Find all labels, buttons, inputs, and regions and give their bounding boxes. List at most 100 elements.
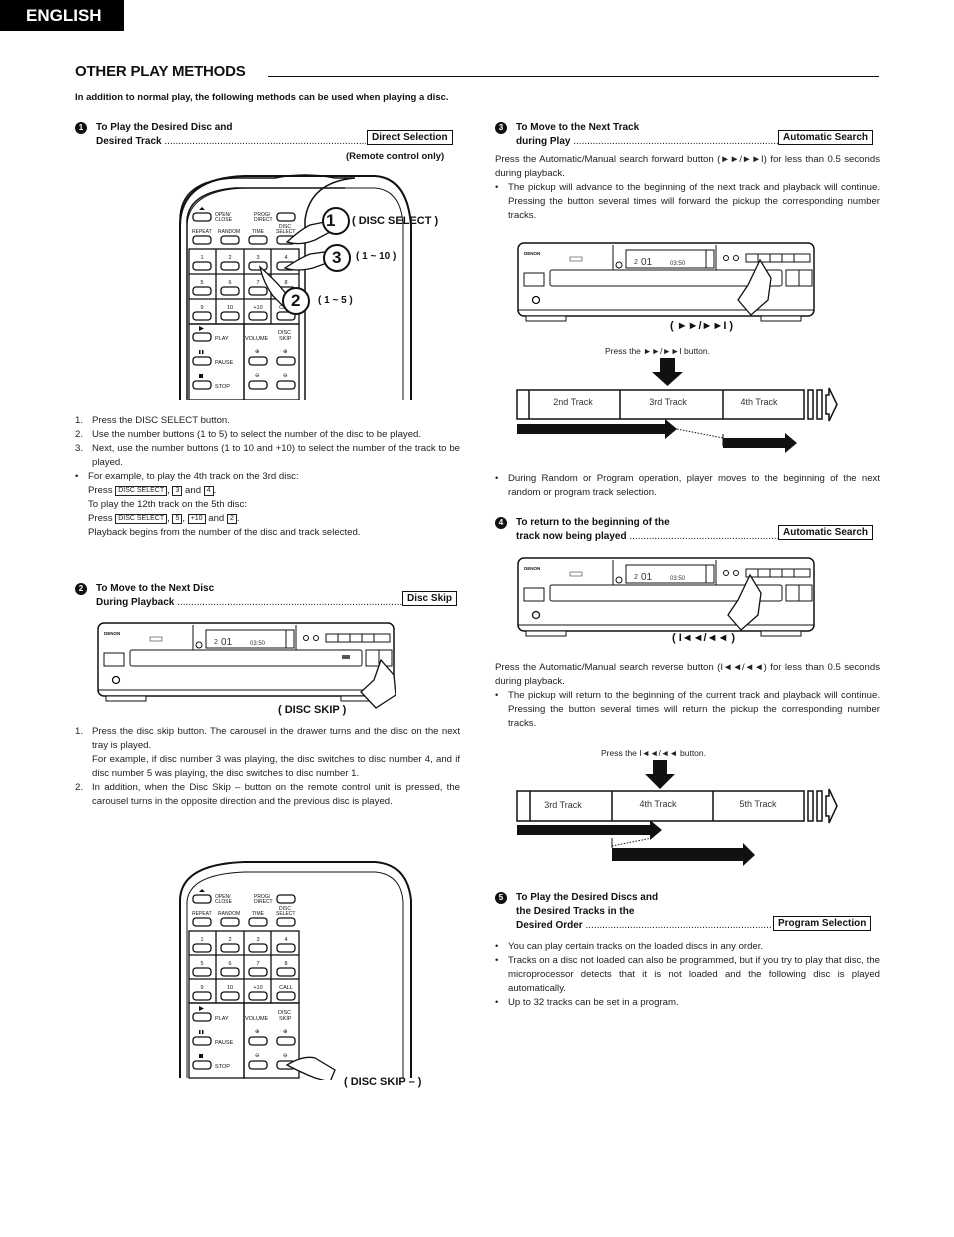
svg-text:⊕: ⊕ xyxy=(255,1029,260,1035)
remote-control-illustration: OPEN/CLOSE PROG/DIRECT REPEAT RANDOM TIME … xyxy=(179,174,412,400)
program-selection-tag: Program Selection xyxy=(773,916,872,931)
section-5-heading: 5 To Play the Desired Discs and the Desi… xyxy=(495,891,880,931)
playback-arrow xyxy=(517,820,662,840)
svg-text:TIME: TIME xyxy=(252,229,265,235)
svg-text:RANDOM: RANDOM xyxy=(218,229,240,235)
svg-text:STOP: STOP xyxy=(215,1064,230,1070)
section-number-2: 2 xyxy=(75,583,87,595)
svg-text:9: 9 xyxy=(200,305,203,311)
disc-skip-callout: ( DISC SKIP ) xyxy=(278,704,347,716)
svg-text:01: 01 xyxy=(641,257,653,268)
forward-button-callout: ( ►►/►►I ) xyxy=(670,320,734,332)
svg-text:10: 10 xyxy=(227,305,233,311)
svg-text:2: 2 xyxy=(634,259,638,266)
svg-text:PAUSE: PAUSE xyxy=(215,1040,234,1046)
svg-text:9: 9 xyxy=(200,985,203,991)
svg-text:DENON: DENON xyxy=(524,251,540,256)
section-3-note: • During Random or Program operation, pla… xyxy=(495,473,880,498)
open-close-button xyxy=(192,212,212,222)
track-label: 4th Track xyxy=(740,397,778,407)
svg-text:PAUSE: PAUSE xyxy=(215,360,234,366)
callout-2-label: ( 1 ~ 5 ) xyxy=(318,295,353,306)
cd-player-illustration: DENON 2 01 03:50 xyxy=(97,622,396,709)
svg-text:SKIP: SKIP xyxy=(279,336,292,342)
svg-text:7: 7 xyxy=(256,961,259,967)
svg-text:DENON: DENON xyxy=(524,566,540,571)
svg-text:6: 6 xyxy=(228,280,231,286)
repeat-button xyxy=(192,235,212,245)
svg-text:SELECT: SELECT xyxy=(276,911,295,917)
svg-text:8: 8 xyxy=(284,961,287,967)
disc-skip-tag: Disc Skip xyxy=(402,591,458,606)
svg-text:2: 2 xyxy=(214,639,218,646)
svg-text:03:50: 03:50 xyxy=(670,576,686,582)
svg-text:CLOSE: CLOSE xyxy=(215,217,233,223)
intro-text: In addition to normal play, the followin… xyxy=(75,92,449,103)
svg-text:CLOSE: CLOSE xyxy=(215,899,233,905)
callout-1-label: ( DISC SELECT ) xyxy=(352,215,439,227)
svg-text:4: 4 xyxy=(284,255,287,261)
track-label: 3rd Track xyxy=(649,397,687,407)
section-number-5: 5 xyxy=(495,892,507,904)
reverse-button-callout: ( I◄◄/◄◄ ) xyxy=(672,632,736,644)
down-arrow-icon xyxy=(645,760,675,789)
section-2-steps: 1. Press the disc skip button. The carous… xyxy=(75,726,460,807)
section-5-text: • You can play certain tracks on the load… xyxy=(495,941,880,1008)
svg-text:03:50: 03:50 xyxy=(250,641,266,647)
svg-text:2: 2 xyxy=(228,255,231,261)
svg-text:REPEAT: REPEAT xyxy=(192,229,212,235)
svg-text:5: 5 xyxy=(200,961,203,967)
callout-3-label: ( 1 ~ 10 ) xyxy=(356,251,397,262)
svg-text:⊖: ⊖ xyxy=(283,1053,288,1059)
section-4-text: Press the Automatic/Manual search revers… xyxy=(495,662,880,729)
svg-text:PLAY: PLAY xyxy=(215,336,229,342)
track-label: 5th Track xyxy=(739,799,777,809)
section-3-text: Press the Automatic/Manual search forwar… xyxy=(495,154,880,221)
section-number-3: 3 xyxy=(495,122,507,134)
svg-text:⊕: ⊕ xyxy=(255,349,260,355)
callout-2-number: 2 xyxy=(291,291,301,310)
section-1-title-line2: Desired Track ..........................… xyxy=(96,136,366,147)
svg-text:STOP: STOP xyxy=(215,384,230,390)
cd-player-illustration-reverse: DENON 2 01 03:50 xyxy=(517,557,815,637)
automatic-search-tag-2: Automatic Search xyxy=(778,525,874,540)
svg-text:⊕: ⊕ xyxy=(283,1029,288,1035)
disc-skip-minus-callout: ( DISC SKIP – ) xyxy=(344,1076,422,1088)
svg-text:5: 5 xyxy=(200,280,203,286)
svg-text:DIRECT: DIRECT xyxy=(254,899,273,905)
section-number-4: 4 xyxy=(495,517,507,529)
svg-text:2: 2 xyxy=(228,937,231,943)
svg-text:⊖: ⊖ xyxy=(255,1053,260,1059)
section-1-steps: 1. Press the DISC SELECT button. 2. Use th… xyxy=(75,415,460,538)
remote-only-note: (Remote control only) xyxy=(346,151,445,162)
svg-text:PLAY: PLAY xyxy=(215,1016,229,1022)
track-label: 2nd Track xyxy=(553,397,593,407)
svg-text:⊕: ⊕ xyxy=(283,349,288,355)
svg-text:REPEAT: REPEAT xyxy=(192,911,212,917)
svg-text:SELECT: SELECT xyxy=(276,229,295,235)
reverse-track-diagram: 3rd Track 4th Track 5th Track xyxy=(516,760,838,866)
svg-text:3: 3 xyxy=(256,255,259,261)
forward-diagram-caption: Press the ►►/►►I button. xyxy=(605,346,710,356)
svg-text:⊖: ⊖ xyxy=(283,373,288,379)
next-track-arrow xyxy=(723,433,797,453)
svg-text:CALL: CALL xyxy=(279,985,293,991)
playback-arrow xyxy=(517,419,677,439)
remote-control-illustration-2: OPEN/CLOSE PROG/DIRECT REPEAT RANDOM TIME … xyxy=(179,861,412,1080)
svg-text:+10: +10 xyxy=(253,305,262,311)
key-disc-select: DISC SELECT xyxy=(115,486,168,496)
automatic-search-tag: Automatic Search xyxy=(778,130,874,145)
svg-text:VOLUME: VOLUME xyxy=(245,336,269,342)
hand-icon xyxy=(285,1056,336,1080)
callout-3-number: 3 xyxy=(332,248,342,267)
page-title: OTHER PLAY METHODS xyxy=(75,63,246,80)
svg-text:VOLUME: VOLUME xyxy=(245,1016,269,1022)
svg-text:8: 8 xyxy=(284,280,287,286)
direct-selection-tag: Direct Selection xyxy=(367,130,453,145)
title-rule xyxy=(268,76,879,77)
prog-direct-button xyxy=(276,212,296,222)
track-label: 3rd Track xyxy=(544,800,582,810)
svg-text:7: 7 xyxy=(256,280,259,286)
svg-text:RANDOM: RANDOM xyxy=(218,911,240,917)
section-1-title-line1: To Play the Desired Disc and xyxy=(96,122,233,133)
